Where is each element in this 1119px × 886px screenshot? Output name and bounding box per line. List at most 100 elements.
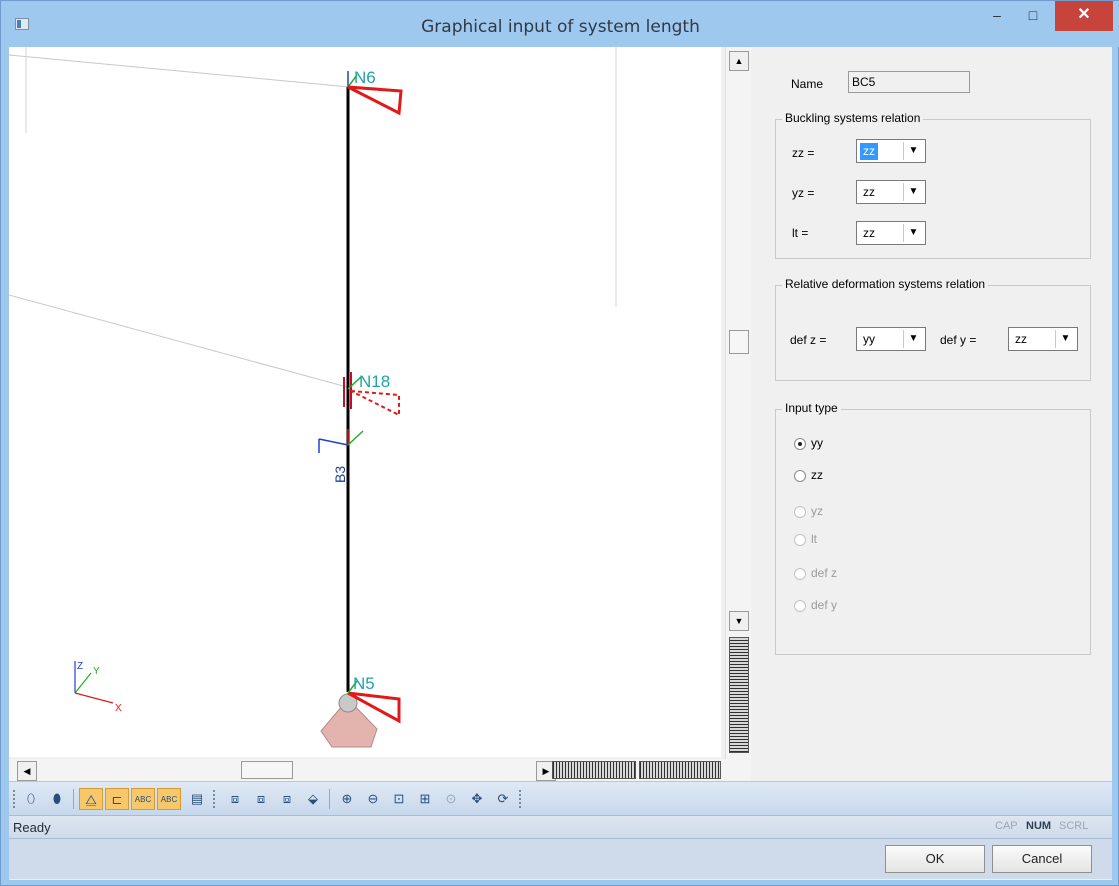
radio-defy-label: def y xyxy=(811,598,838,612)
radio-yz-label: yz xyxy=(811,504,823,518)
minimize-button[interactable]: – xyxy=(979,1,1015,31)
view-z-icon[interactable]: ⧈ xyxy=(275,788,299,810)
vertical-scrollbar[interactable]: ▲ ▼ xyxy=(725,47,751,793)
dialog-button-row: OK Cancel xyxy=(9,839,1112,879)
defy-select[interactable]: zz ▼ xyxy=(1008,327,1078,351)
wireframe-icon[interactable]: ⬯ xyxy=(19,788,43,810)
view-settings-icon[interactable]: ▤ xyxy=(185,788,209,810)
node-label-n6: N6 xyxy=(354,68,376,87)
vertical-splitter-grip[interactable] xyxy=(729,637,749,753)
input-type-group: Input type yy zz yz lt def z def y xyxy=(775,401,1091,655)
dashed-hinge-n18 xyxy=(350,390,400,417)
view-toolbar: ⬯ ⬮ ⧋ ⊏ ABC ABC ▤ ⧈ ⧈ ⧈ ⬙ ⊕ ⊖ ⊡ ⊞ ⊙ ✥ ⟳ xyxy=(9,781,1112,815)
radio-yy[interactable]: yy xyxy=(794,436,823,450)
supports-toggle-icon[interactable]: ⧋ xyxy=(79,788,103,810)
solid-render-icon[interactable]: ⬮ xyxy=(45,788,69,810)
horizontal-scrollbar[interactable]: ◀ ▶ xyxy=(9,759,751,781)
scroll-left-arrow-icon[interactable]: ◀ xyxy=(17,761,37,781)
name-field[interactable]: BC5 xyxy=(848,71,970,93)
chevron-down-icon[interactable]: ▼ xyxy=(903,330,923,348)
node-label-n5: N5 xyxy=(353,674,375,693)
scroll-up-arrow-icon[interactable]: ▲ xyxy=(729,51,749,71)
horizontal-splitter-grip-2[interactable] xyxy=(639,761,721,779)
deformation-group-title: Relative deformation systems relation xyxy=(782,277,989,291)
node-n18[interactable]: N18 xyxy=(343,372,400,417)
toolbar-grip[interactable] xyxy=(213,790,216,808)
axis-label-y: Y xyxy=(93,666,100,677)
view-y-icon[interactable]: ⧈ xyxy=(249,788,273,810)
cancel-button[interactable]: Cancel xyxy=(992,845,1092,873)
toolbar-separator xyxy=(329,789,330,809)
buckling-lt-select[interactable]: zz ▼ xyxy=(856,221,926,245)
ok-button[interactable]: OK xyxy=(885,845,985,873)
num-indicator: NUM xyxy=(1026,820,1052,832)
buckling-group: Buckling systems relation zz = zz ▼ yz =… xyxy=(775,111,1091,259)
name-label: Name xyxy=(791,77,824,91)
zoom-previous-icon: ⊙ xyxy=(445,791,457,806)
hinge-symbol-n6 xyxy=(347,85,403,116)
buckling-yz-value: zz xyxy=(863,185,875,199)
properties-panel: Name BC5 Buckling systems relation zz = … xyxy=(753,47,1112,781)
dialog-window: Graphical input of system length – □ ✕ N… xyxy=(0,0,1119,886)
radio-unchecked-icon xyxy=(794,505,806,518)
radio-lt: lt xyxy=(794,532,817,546)
node-label-n18: N18 xyxy=(359,372,390,391)
labels-all-toggle-icon[interactable]: ABC xyxy=(157,788,181,810)
graphics-viewport[interactable]: N6 N18 B3 N5 Z Y X xyxy=(9,47,721,757)
vertical-scroll-thumb[interactable] xyxy=(729,330,749,354)
member-axes-b3: B3 xyxy=(318,429,364,483)
members-toggle-icon[interactable]: ⊏ xyxy=(105,788,129,810)
close-button[interactable]: ✕ xyxy=(1055,1,1113,31)
radio-lt-label: lt xyxy=(811,532,817,546)
horizontal-scroll-thumb[interactable] xyxy=(241,761,293,779)
toolbar-grip[interactable] xyxy=(13,790,16,808)
defz-select[interactable]: yy ▼ xyxy=(856,327,926,351)
node-n5[interactable]: N5 xyxy=(320,674,401,748)
radio-zz-label: zz xyxy=(811,468,823,482)
global-axes: Z Y X xyxy=(74,661,122,714)
scroll-down-arrow-icon[interactable]: ▼ xyxy=(729,611,749,631)
buckling-yz-label: yz = xyxy=(792,186,815,200)
view-x-icon[interactable]: ⧈ xyxy=(223,788,247,810)
zoom-out-icon[interactable]: ⊖ xyxy=(361,788,385,810)
input-type-group-title: Input type xyxy=(782,401,841,415)
view-iso-icon[interactable]: ⬙ xyxy=(301,788,325,810)
zoom-window-icon[interactable]: ⊡ xyxy=(387,788,411,810)
defz-label: def z = xyxy=(790,333,827,347)
buckling-zz-label: zz = xyxy=(792,146,815,160)
rotate-icon[interactable]: ⟳ xyxy=(491,788,515,810)
defz-value: yy xyxy=(863,332,875,346)
toolbar-separator xyxy=(73,789,74,809)
node-n6[interactable]: N6 xyxy=(347,68,403,116)
title-bar[interactable]: Graphical input of system length – □ ✕ xyxy=(1,1,1119,47)
buckling-group-title: Buckling systems relation xyxy=(782,111,924,125)
structure-drawing: N6 N18 B3 N5 Z Y X xyxy=(9,47,617,748)
status-text: Ready xyxy=(13,820,51,835)
radio-yz: yz xyxy=(794,504,823,518)
radio-unchecked-icon xyxy=(794,533,806,546)
chevron-down-icon[interactable]: ▼ xyxy=(1055,330,1075,348)
radio-unchecked-icon xyxy=(794,599,806,612)
buckling-yz-select[interactable]: zz ▼ xyxy=(856,180,926,204)
zoom-in-icon[interactable]: ⊕ xyxy=(335,788,359,810)
maximize-button[interactable]: □ xyxy=(1015,1,1051,31)
chevron-down-icon[interactable]: ▼ xyxy=(903,142,923,160)
grid-line xyxy=(9,294,348,388)
buckling-zz-select[interactable]: zz ▼ xyxy=(856,139,926,163)
radio-defy: def y xyxy=(794,598,837,612)
radio-unchecked-icon xyxy=(794,469,806,482)
chevron-down-icon[interactable]: ▼ xyxy=(903,183,923,201)
member-label-b3: B3 xyxy=(332,466,348,483)
radio-zz[interactable]: zz xyxy=(794,468,823,482)
buckling-zz-value: zz xyxy=(860,143,878,160)
zoom-all-icon[interactable]: ⊞ xyxy=(413,788,437,810)
labels-toggle-icon[interactable]: ABC xyxy=(131,788,155,810)
pan-icon[interactable]: ✥ xyxy=(465,788,489,810)
horizontal-splitter-grip[interactable] xyxy=(552,761,636,779)
radio-defz-label: def z xyxy=(811,566,838,580)
cap-indicator: CAP xyxy=(995,820,1018,832)
defy-value: zz xyxy=(1015,332,1027,346)
toolbar-grip[interactable] xyxy=(519,790,522,808)
buckling-lt-label: lt = xyxy=(792,226,809,240)
chevron-down-icon[interactable]: ▼ xyxy=(903,224,923,242)
